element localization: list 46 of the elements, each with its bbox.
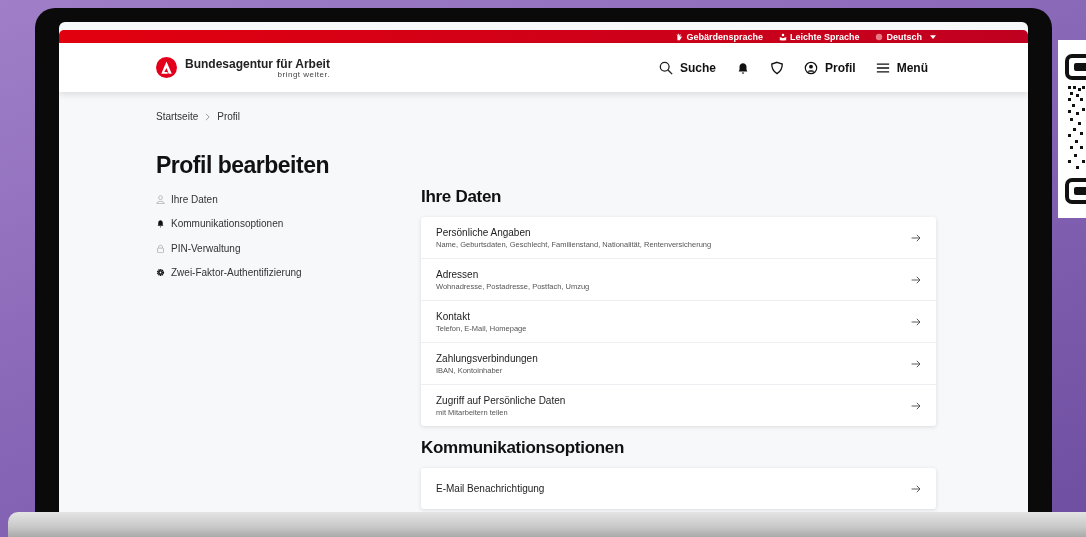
arrow-right-icon <box>911 484 921 493</box>
profile-nav-link[interactable]: Profil <box>804 60 856 75</box>
arrow-right-icon <box>911 233 921 242</box>
breadcrumb-link[interactable]: Profil <box>217 111 241 122</box>
section-heading: Ihre Daten <box>421 187 503 207</box>
row-title: E-Mail Benachrichtigung <box>436 483 545 494</box>
user-circle-icon <box>804 60 818 75</box>
lock-icon <box>156 243 165 253</box>
gear-icon <box>156 268 165 278</box>
search-icon <box>658 60 673 75</box>
shield-nav-link[interactable] <box>770 60 784 75</box>
page-title: Profil bearbeiten <box>156 152 330 179</box>
list-row-link[interactable]: E-Mail Benachrichtigung <box>421 468 936 509</box>
sidebar-link[interactable]: Zwei-Faktor-Authentifizierung <box>156 260 421 285</box>
arrow-right-icon <box>911 359 921 368</box>
bell-nav-link[interactable] <box>736 60 750 75</box>
top-bar-link[interactable]: Deutsch <box>875 31 936 42</box>
logo-icon <box>156 57 177 78</box>
top-bar-link[interactable]: Leichte Sprache <box>778 31 860 42</box>
shield-icon <box>770 60 784 75</box>
person-icon <box>156 194 165 204</box>
bell-icon <box>736 60 750 75</box>
bell-icon <box>156 219 165 229</box>
section-heading: Kommunikationsoptionen <box>421 438 626 458</box>
arrow-right-icon <box>911 401 921 410</box>
row-title: Adressen <box>436 268 480 280</box>
menu-nav-link[interactable]: Menü <box>875 60 928 75</box>
caret-icon <box>930 34 936 39</box>
chevron-right-icon <box>205 112 211 121</box>
hand-icon <box>675 32 684 41</box>
row-title: Zugriff auf Persönliche Daten <box>436 394 566 406</box>
sidebar-link[interactable]: Ihre Daten <box>156 187 421 212</box>
arrow-right-icon <box>911 275 921 284</box>
row-title: Persönliche Angaben <box>436 226 532 238</box>
menu-icon <box>875 60 890 75</box>
brand-tagline: bringt weiter. <box>277 69 330 79</box>
row-title: Kontakt <box>436 310 471 322</box>
search-nav-link[interactable]: Suche <box>658 60 716 75</box>
breadcrumb-link[interactable]: Startseite <box>156 111 199 122</box>
reading-person-icon <box>778 32 787 41</box>
brand-name: Bundesagentur für Arbeit <box>185 56 330 71</box>
arrow-right-icon <box>911 317 921 326</box>
sidebar-link[interactable]: Kommunikationsoptionen <box>156 211 421 236</box>
top-bar-link[interactable]: Gebärdensprache <box>675 31 763 42</box>
sidebar-link[interactable]: PIN-Verwaltung <box>156 236 421 261</box>
row-title: Zahlungsverbindungen <box>436 352 538 364</box>
